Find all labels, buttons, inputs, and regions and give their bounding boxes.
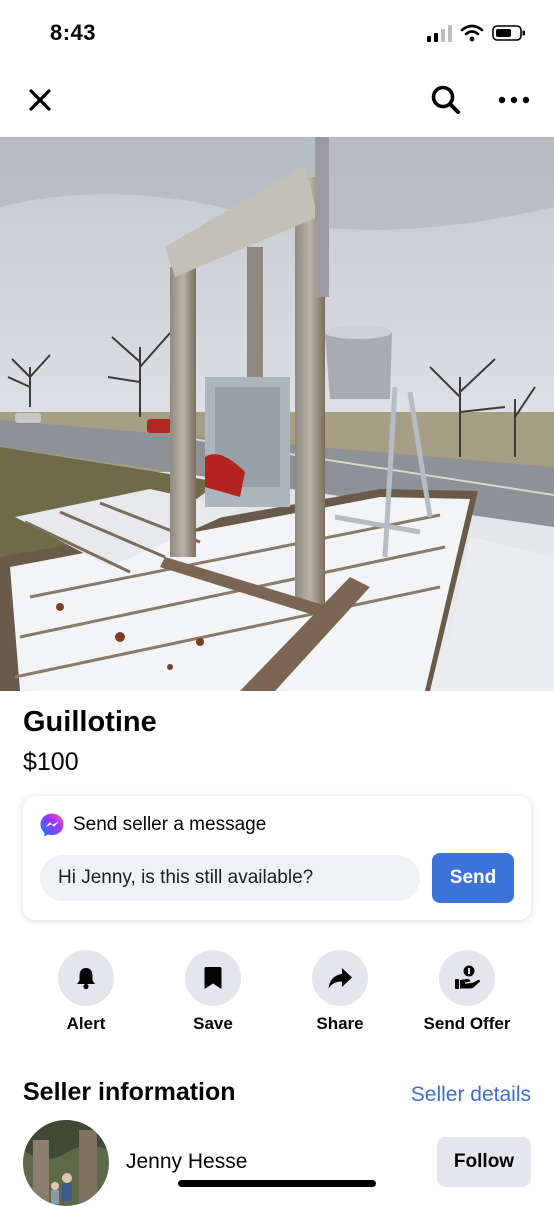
share-arrow-icon	[328, 968, 352, 989]
share-button[interactable]: Share	[280, 950, 400, 1034]
home-indicator	[178, 1180, 376, 1187]
message-card-title: Send seller a message	[73, 814, 267, 835]
battery-icon	[492, 25, 525, 41]
search-icon	[431, 85, 460, 114]
messenger-icon	[40, 813, 64, 837]
status-bar: 8:43	[0, 0, 554, 70]
more-icon	[498, 96, 530, 104]
message-input[interactable]: Hi Jenny, is this still available?	[40, 855, 420, 901]
close-icon	[29, 89, 51, 111]
close-button[interactable]	[24, 84, 56, 116]
message-card-header: Send seller a message	[39, 812, 266, 838]
save-label: Save	[193, 1014, 233, 1033]
listing-actions: Alert Save Share Send Offer	[0, 950, 554, 1040]
send-button[interactable]: Send	[432, 853, 514, 903]
status-icons	[426, 24, 526, 42]
bookmark-icon	[204, 967, 222, 989]
more-options-button[interactable]	[496, 84, 532, 116]
send-offer-label: Send Offer	[423, 1014, 511, 1033]
seller-name[interactable]: Jenny Hesse	[126, 1150, 247, 1174]
seller-details-link[interactable]: Seller details	[411, 1083, 531, 1107]
alert-button[interactable]: Alert	[26, 950, 146, 1034]
seller-avatar[interactable]	[23, 1120, 109, 1206]
bell-icon	[77, 968, 95, 990]
status-time: 8:43	[50, 20, 97, 45]
listing-price: $100	[23, 748, 79, 776]
save-button[interactable]: Save	[153, 950, 273, 1034]
cellular-signal-icon	[427, 25, 452, 42]
follow-button[interactable]: Follow	[437, 1137, 531, 1187]
seller-info-heading: Seller information	[23, 1078, 236, 1106]
share-icon-circle	[312, 950, 368, 1006]
send-offer-icon-circle	[439, 950, 495, 1006]
search-button[interactable]	[428, 82, 464, 118]
send-offer-button[interactable]: Send Offer	[407, 950, 527, 1034]
save-icon-circle	[185, 950, 241, 1006]
alert-label: Alert	[66, 1014, 106, 1033]
nav-bar	[0, 70, 554, 136]
listing-photo[interactable]	[0, 137, 554, 691]
wifi-icon	[460, 24, 484, 42]
alert-icon-circle	[58, 950, 114, 1006]
seller-avatar-image	[23, 1120, 109, 1206]
listing-title: Guillotine	[23, 706, 157, 738]
message-seller-card: Send seller a message Hi Jenny, is this …	[23, 796, 531, 920]
share-label: Share	[316, 1014, 364, 1033]
listing-photo-image	[0, 137, 554, 691]
offer-hand-icon	[455, 965, 480, 989]
